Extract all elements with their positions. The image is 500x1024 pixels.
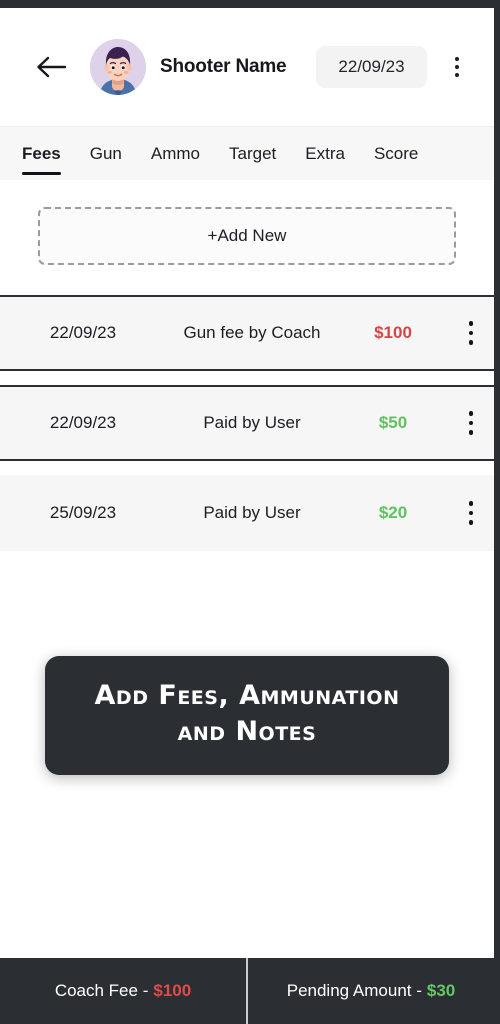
header-date-pill[interactable]: 22/09/23: [316, 46, 427, 88]
row-description: Paid by User: [203, 413, 301, 432]
kebab-menu-icon[interactable]: [445, 52, 469, 82]
pending-amount-label: Pending Amount -: [286, 981, 422, 1000]
tab-extra[interactable]: Extra: [305, 127, 345, 181]
tab-fees[interactable]: Fees: [22, 127, 61, 181]
fee-list: 22/09/23 Gun fee by Coach $100 22/09/23 …: [0, 295, 494, 551]
coachmark-line-1: Add Fees, Ammunation: [94, 680, 400, 711]
tab-gun[interactable]: Gun: [90, 127, 122, 181]
coach-fee-summary[interactable]: Coach Fee - $100: [0, 958, 246, 1024]
row-kebab-menu-icon[interactable]: [448, 501, 494, 525]
app-header: Shooter Name 22/09/23: [0, 8, 494, 126]
coachmark-tooltip[interactable]: Add Fees, Ammunation and Notes: [45, 656, 449, 776]
tab-bar: Fees Gun Ammo Target Extra Score: [0, 126, 494, 180]
tab-ammo[interactable]: Ammo: [151, 127, 200, 181]
table-row[interactable]: 25/09/23 Paid by User $20: [0, 475, 494, 551]
summary-footer: Coach Fee - $100 Pending Amount - $30: [0, 958, 494, 1024]
row-separator: [0, 371, 494, 385]
pending-amount-value: $30: [426, 981, 456, 1000]
tab-target[interactable]: Target: [229, 127, 276, 181]
add-new-button[interactable]: +Add New: [38, 207, 456, 265]
row-date: 25/09/23: [49, 503, 117, 522]
table-row[interactable]: 22/09/23 Paid by User $50: [0, 385, 494, 461]
row-amount: $100: [374, 323, 412, 342]
coachmark-container: Add Fees, Ammunation and Notes: [0, 656, 494, 776]
row-amount: $20: [378, 503, 408, 522]
row-date: 22/09/23: [49, 323, 117, 342]
app-screen: Shooter Name 22/09/23 Fees Gun Ammo Targ…: [0, 8, 494, 1024]
row-description: Gun fee by Coach: [183, 323, 321, 342]
tab-score[interactable]: Score: [374, 127, 418, 181]
shooter-name: Shooter Name: [160, 56, 287, 77]
coach-fee-label: Coach Fee -: [54, 981, 149, 1000]
table-row[interactable]: 22/09/23 Gun fee by Coach $100: [0, 295, 494, 371]
row-separator: [0, 461, 494, 475]
coachmark-line-2: and Notes: [177, 715, 317, 747]
row-description: Paid by User: [203, 503, 301, 522]
row-date: 22/09/23: [49, 413, 117, 432]
row-amount: $50: [378, 413, 408, 432]
avatar[interactable]: [90, 39, 146, 95]
phone-frame: Shooter Name 22/09/23 Fees Gun Ammo Targ…: [0, 0, 500, 1024]
add-new-section: +Add New: [0, 180, 494, 295]
coach-fee-value: $100: [153, 981, 192, 1000]
row-kebab-menu-icon[interactable]: [448, 321, 494, 345]
back-arrow-icon[interactable]: [34, 50, 68, 84]
pending-amount-summary[interactable]: Pending Amount - $30: [246, 958, 494, 1024]
row-kebab-menu-icon[interactable]: [448, 411, 494, 435]
